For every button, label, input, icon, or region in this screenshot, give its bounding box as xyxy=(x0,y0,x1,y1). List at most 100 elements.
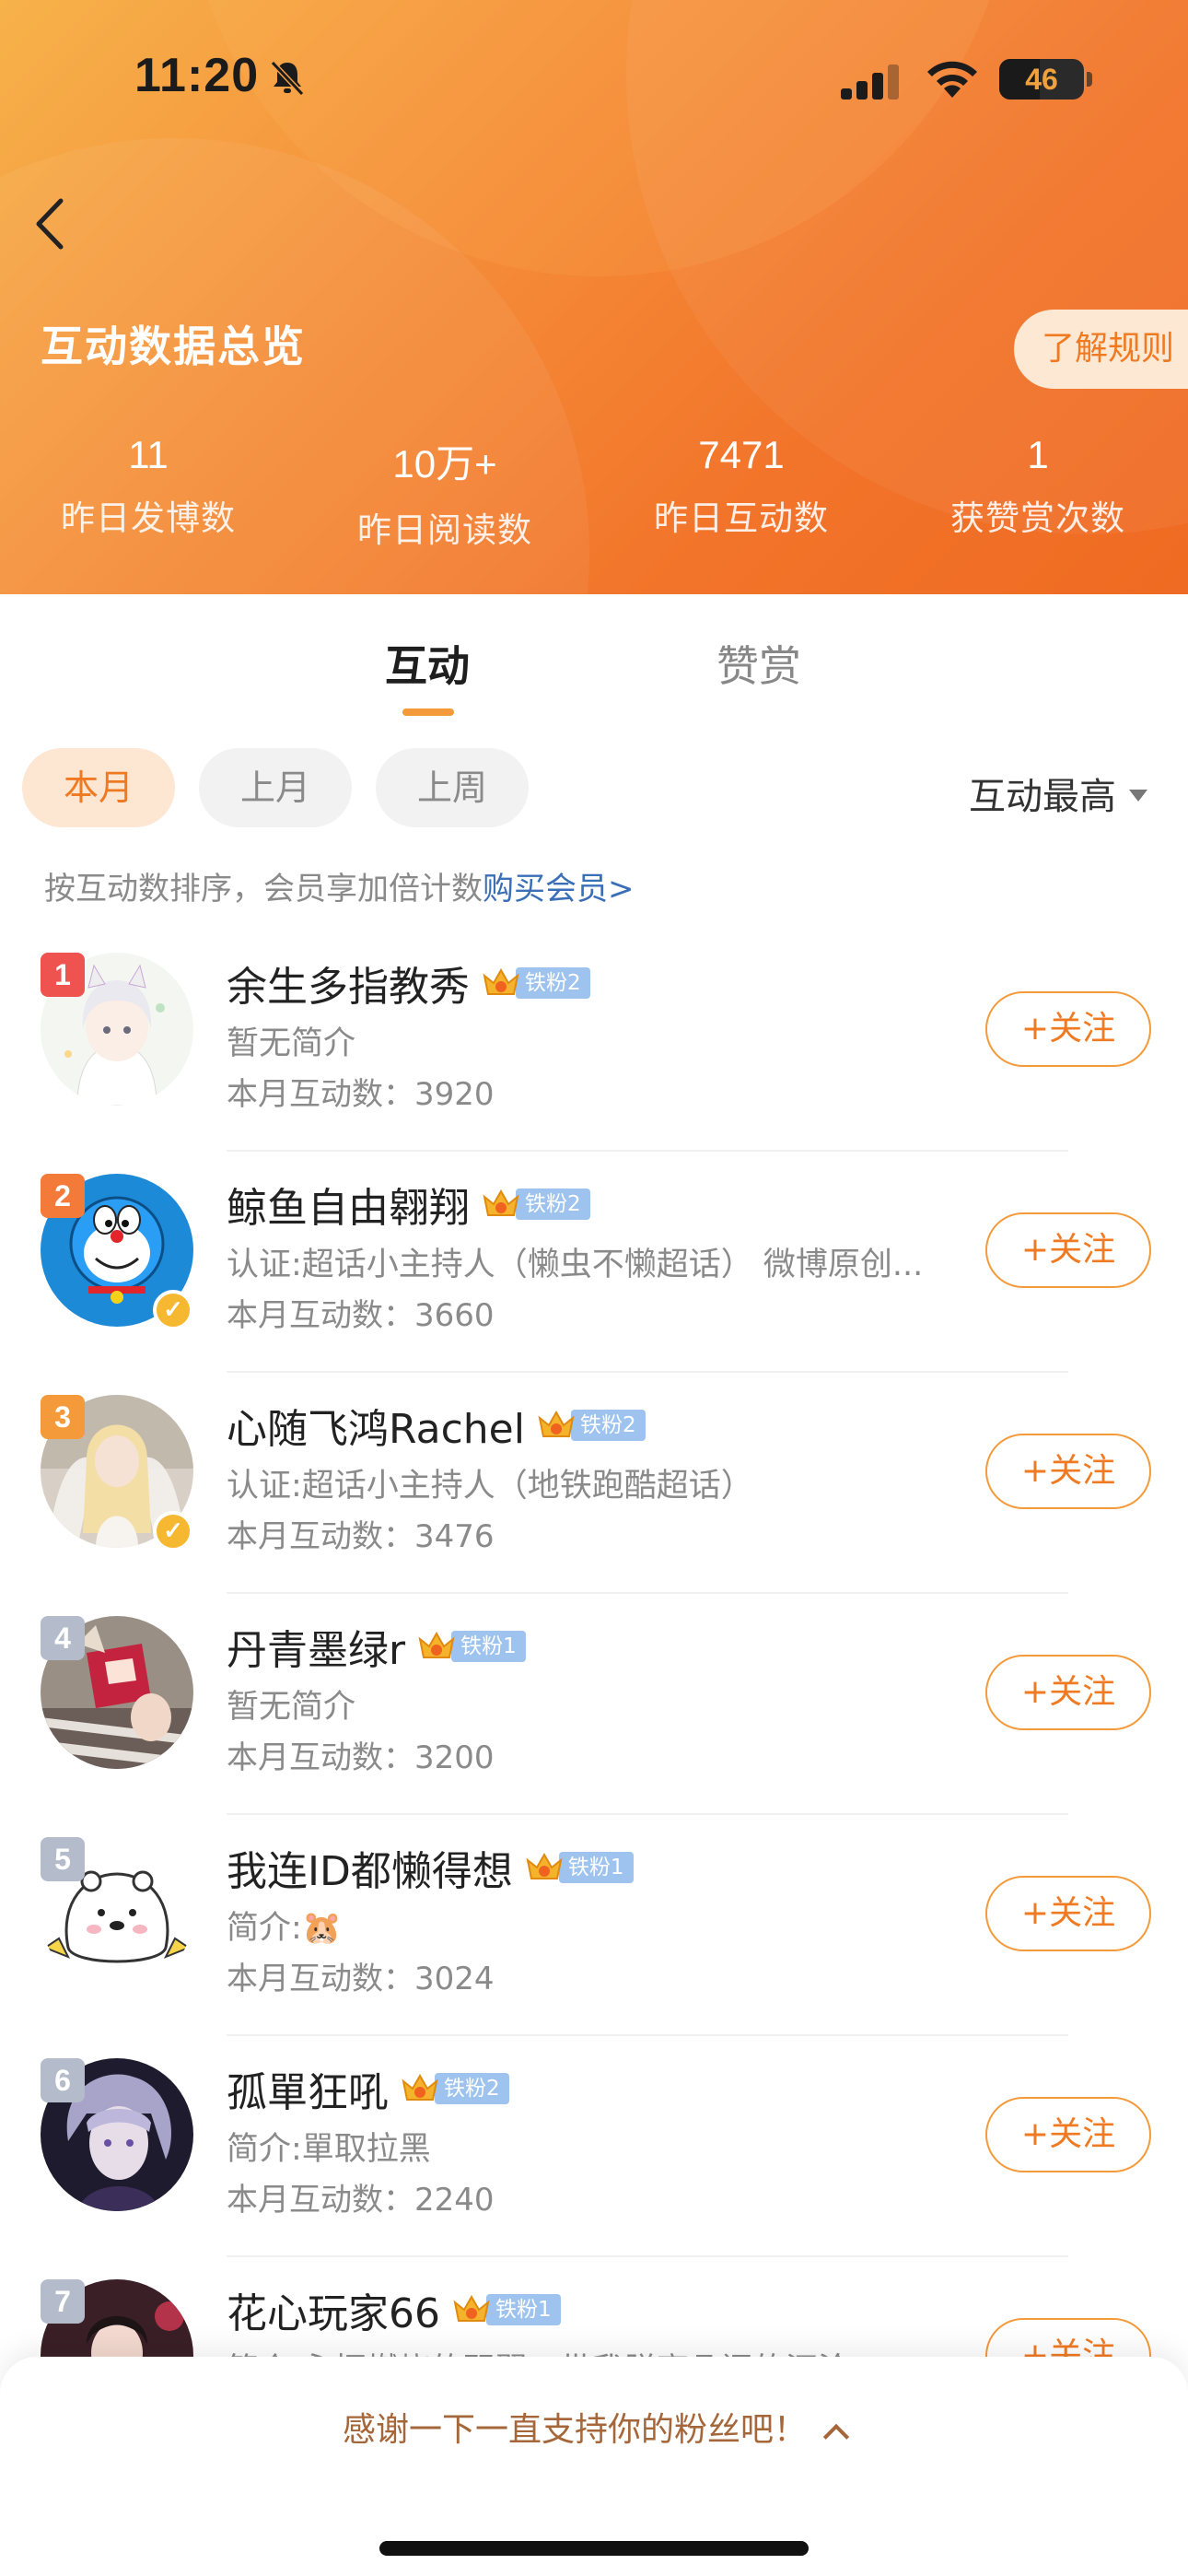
name-line: 花心玩家66 铁粉1 xyxy=(227,2279,561,2340)
list-item[interactable]: 6 孤單狂吼 铁粉2 简介:單取拉黑 本月互动数：2240 +关注 xyxy=(0,2036,1188,2257)
thank-fans-button[interactable]: 感谢一下一直支持你的粉丝吧！ xyxy=(0,2403,1188,2451)
stat-value: 1 xyxy=(1027,433,1049,476)
fan-level-badge: 铁粉2 xyxy=(481,965,590,1001)
wifi-icon xyxy=(927,61,977,98)
user-bio: 认证:超话小主持人（懒虫不懒超话） 微博原创... xyxy=(227,1247,924,1283)
sort-dropdown[interactable]: 互动最高 xyxy=(969,767,1147,820)
fan-level-badge: 铁粉2 xyxy=(481,1186,590,1223)
fan-level-label: 铁粉2 xyxy=(516,1188,590,1220)
stat-label: 获赞赏次数 xyxy=(950,498,1125,538)
tab-reward[interactable]: 赞赏 xyxy=(716,633,801,694)
fan-level-label: 铁粉1 xyxy=(486,2294,561,2325)
crown-icon xyxy=(538,1410,575,1437)
interaction-count: 本月互动数：3920 xyxy=(227,1076,495,1113)
bottom-sheet: 感谢一下一直支持你的粉丝吧！ xyxy=(0,2357,1188,2576)
fan-level-badge: 铁粉2 xyxy=(536,1407,646,1444)
crown-icon xyxy=(483,1188,519,1216)
tab-bar: 互动 赞赏 xyxy=(0,594,1188,723)
rank-badge: 3 xyxy=(41,1395,85,1439)
user-name[interactable]: 花心玩家66 xyxy=(227,2280,440,2339)
bell-muted-icon xyxy=(270,60,305,97)
user-name[interactable]: 我连ID都懒得想 xyxy=(227,1838,513,1897)
name-line: 丹青墨绿r 铁粉1 xyxy=(227,1616,526,1677)
cellular-signal-icon xyxy=(841,64,899,100)
stat-value: 11 xyxy=(128,433,169,476)
user-name[interactable]: 孤單狂吼 xyxy=(227,2059,389,2118)
fan-level-label: 铁粉2 xyxy=(435,2073,509,2104)
rank-badge: 7 xyxy=(41,2279,85,2324)
list-item[interactable]: 4 丹青墨绿r 铁粉1 暂无简介 本月互动数：3200 +关注 xyxy=(0,1594,1188,1815)
list-item[interactable]: 1 余生多指教秀 铁粉2 暂无简介 本月互动数：3920 +关注 xyxy=(0,931,1188,1152)
filter-last-month[interactable]: 上月 xyxy=(199,748,352,827)
follow-button[interactable]: +关注 xyxy=(985,1434,1151,1509)
filter-this-month[interactable]: 本月 xyxy=(22,748,175,827)
user-name[interactable]: 丹青墨绿r xyxy=(227,1617,405,1676)
stat-reads: 10万+ 昨日阅读数 xyxy=(297,433,593,552)
interaction-count: 本月互动数：3200 xyxy=(227,1739,495,1776)
follow-button[interactable]: +关注 xyxy=(985,991,1151,1067)
chevron-up-icon xyxy=(822,2423,850,2451)
user-bio: 暂无简介 xyxy=(227,1689,356,1726)
fan-level-label: 铁粉2 xyxy=(516,967,590,999)
stat-rewards: 1 获赞赏次数 xyxy=(890,433,1186,540)
crown-icon xyxy=(453,2294,490,2322)
stat-label: 昨日阅读数 xyxy=(357,510,532,550)
fan-level-badge: 铁粉1 xyxy=(524,1849,634,1886)
list-item[interactable]: 3 ✓ 心随飞鸿Rachel 铁粉2 认证:超话小主持人（地铁跑酷超话） 本月互… xyxy=(0,1373,1188,1594)
follow-button[interactable]: +关注 xyxy=(985,1212,1151,1288)
user-bio: 简介:🐹 xyxy=(227,1910,343,1947)
rank-badge: 5 xyxy=(41,1837,85,1881)
rules-button[interactable]: 了解规则 xyxy=(1014,310,1188,389)
follow-button[interactable]: +关注 xyxy=(985,1655,1151,1730)
caret-down-icon xyxy=(1129,789,1147,802)
crown-icon xyxy=(526,1852,563,1879)
stat-interactions: 7471 昨日互动数 xyxy=(593,433,890,540)
rank-badge: 2 xyxy=(41,1174,85,1218)
name-line: 孤單狂吼 铁粉2 xyxy=(227,2058,509,2119)
battery-percent: 46 xyxy=(1025,63,1058,96)
back-arrow-icon[interactable] xyxy=(26,192,81,256)
filter-last-week[interactable]: 上周 xyxy=(376,748,529,827)
crown-icon xyxy=(483,967,519,995)
interaction-count: 本月互动数：2240 xyxy=(227,2182,495,2219)
stat-value: 7471 xyxy=(698,433,785,476)
status-time: 11:20 xyxy=(134,49,260,102)
tab-active-indicator xyxy=(402,708,454,716)
fan-level-label: 铁粉2 xyxy=(570,1410,646,1441)
header: 11:20 46 互动数据总览 了解规则 11 昨日发博数 10万+ 昨日阅读数… xyxy=(0,0,1188,594)
sort-hint: 按互动数排序，会员享加倍计数购买会员> xyxy=(44,863,635,908)
rank-badge: 1 xyxy=(41,953,85,997)
fan-level-badge: 铁粉2 xyxy=(400,2070,509,2107)
rank-badge: 6 xyxy=(41,2058,85,2102)
list-item[interactable]: 5 我连ID都懒得想 铁粉1 简介:🐹 本月互动数：3024 +关注 xyxy=(0,1815,1188,2036)
follow-button[interactable]: +关注 xyxy=(985,2097,1151,2172)
stat-label: 昨日互动数 xyxy=(654,498,829,538)
battery-tip xyxy=(1087,72,1092,87)
crown-icon xyxy=(418,1631,455,1658)
user-bio: 简介:單取拉黑 xyxy=(227,2131,431,2168)
stat-posts: 11 昨日发博数 xyxy=(0,433,297,540)
user-name[interactable]: 余生多指教秀 xyxy=(227,954,470,1013)
tab-interaction[interactable]: 互动 xyxy=(385,633,470,694)
rank-badge: 4 xyxy=(41,1616,85,1660)
user-name[interactable]: 鲸鱼自由翱翔 xyxy=(227,1175,470,1234)
thank-fans-label: 感谢一下一直支持你的粉丝吧！ xyxy=(342,2411,807,2449)
name-line: 余生多指教秀 铁粉2 xyxy=(227,953,590,1013)
stat-label: 昨日发博数 xyxy=(61,498,236,538)
fan-level-label: 铁粉1 xyxy=(558,1852,634,1883)
buy-membership-link[interactable]: 购买会员> xyxy=(483,871,635,907)
interaction-count: 本月互动数：3024 xyxy=(227,1961,495,1997)
home-indicator[interactable] xyxy=(379,2541,809,2556)
filter-bar: 本月 上月 上周 互动最高 xyxy=(0,748,1188,827)
interaction-count: 本月互动数：3660 xyxy=(227,1297,495,1334)
user-bio: 暂无简介 xyxy=(227,1025,356,1062)
sort-label: 互动最高 xyxy=(969,776,1116,818)
stat-value: 10万+ xyxy=(392,442,497,486)
follow-button[interactable]: +关注 xyxy=(985,1876,1151,1951)
name-line: 心随飞鸿Rachel 铁粉2 xyxy=(227,1395,646,1456)
verified-badge-icon: ✓ xyxy=(153,1290,193,1330)
interaction-count: 本月互动数：3476 xyxy=(227,1518,495,1555)
user-name[interactable]: 心随飞鸿Rachel xyxy=(227,1396,525,1455)
list-item[interactable]: 2 ✓ 鲸鱼自由翱翔 铁粉2 认证:超话小主持人（懒虫不懒超话） 微博原创...… xyxy=(0,1152,1188,1373)
verified-badge-icon: ✓ xyxy=(153,1511,193,1551)
